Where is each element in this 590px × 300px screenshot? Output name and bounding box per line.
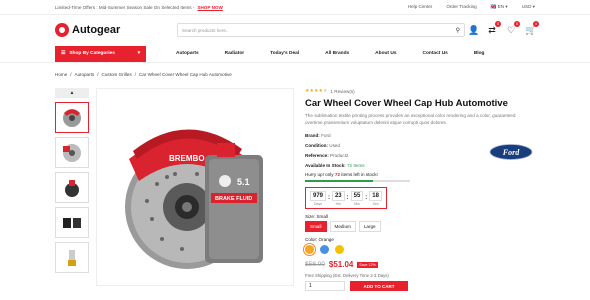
- size-options: Small Medium Large: [305, 221, 535, 232]
- color-label: Color: Orange: [305, 237, 334, 242]
- breadcrumb-autoparts[interactable]: Autoparts: [75, 72, 95, 77]
- cart-icon[interactable]: 🛒 0: [525, 20, 539, 36]
- color-orange-swatch[interactable]: [305, 245, 314, 254]
- user-icon[interactable]: 👤: [468, 25, 479, 36]
- countdown-hours: 23 Hrs: [331, 190, 345, 206]
- thumbnail-brake[interactable]: [55, 102, 89, 133]
- color-yellow-swatch[interactable]: [335, 245, 344, 254]
- stock-value: 72 Items: [346, 163, 365, 168]
- thumbnail-rotor[interactable]: [55, 137, 89, 168]
- countdown-seconds: 18 Sec: [369, 190, 382, 206]
- svg-text:BREMBO: BREMBO: [169, 154, 205, 163]
- wishlist-icon[interactable]: ♡ 0: [506, 20, 520, 36]
- product-info: ★★★★★ 1 Review(s) Car Wheel Cover Wheel …: [305, 88, 535, 291]
- search-icon[interactable]: ⚲: [456, 27, 460, 34]
- chevron-up-icon: ▲: [69, 90, 75, 96]
- quantity-stepper[interactable]: 1: [305, 281, 345, 291]
- language-selector[interactable]: 🇬🇧 EN ▾: [491, 4, 508, 10]
- current-price: $51.04: [328, 260, 354, 269]
- countdown-days: 979 Days: [309, 190, 326, 206]
- logo-text: Autogear: [72, 24, 121, 36]
- add-to-cart-button[interactable]: ADD TO CART: [350, 281, 408, 291]
- nav-item-about-us[interactable]: About Us: [375, 51, 396, 56]
- brand-value: Ford: [321, 133, 331, 138]
- thumbnail-part[interactable]: [55, 172, 89, 203]
- size-label: Size: Small: [305, 214, 328, 219]
- svg-text:BRAKE FLUID: BRAKE FLUID: [215, 196, 252, 202]
- chevron-down-icon: ▾: [137, 51, 140, 56]
- compare-icon[interactable]: ⇄ 0: [487, 20, 501, 36]
- breadcrumb-custom-grilles[interactable]: Custom Grilles: [102, 72, 132, 77]
- breadcrumb-home[interactable]: Home: [55, 72, 67, 77]
- price-row: $58.00 $51.04 Save 12%: [305, 260, 535, 269]
- header: Autogear Search products here.. ⚲ 👤 ⇄ 0 ♡…: [0, 15, 590, 45]
- nav-item-contact-us[interactable]: Contact Us: [423, 51, 448, 56]
- nav-item-blog[interactable]: Blog: [474, 51, 485, 56]
- top-bar: Limited-Time Offers : Mid-Summer Season …: [0, 0, 590, 15]
- menu-icon: ☰: [61, 51, 66, 56]
- main-product-image[interactable]: BREMBO BRAKE FLUID 5.1: [96, 88, 294, 286]
- shipping-info: Free Shipping (Est. Delivery Time 2-3 Da…: [305, 273, 389, 278]
- logo-icon: [55, 23, 69, 37]
- svg-text:5.1: 5.1: [237, 177, 250, 187]
- stock-progress-fill: [305, 180, 374, 182]
- nav-item-todays-deal[interactable]: Today's Deal: [270, 51, 299, 56]
- thumb-up-button[interactable]: ▲: [55, 88, 89, 98]
- nav-item-radiator[interactable]: Radiator: [225, 51, 244, 56]
- main-nav: ☰ Shop By Categories ▾ Autoparts Radiato…: [0, 45, 590, 63]
- stock-progress-bar: [305, 180, 410, 182]
- color-blue-swatch[interactable]: [320, 245, 329, 254]
- stock-row: Available In Stock: 72 Items: [305, 163, 365, 168]
- countdown-minutes: 55 Min: [350, 190, 364, 206]
- promo-text: Limited-Time Offers : Mid-Summer Season …: [55, 4, 195, 10]
- countdown-timer: 979 Days : 23 Hrs : 55 Min : 18 Sec: [305, 187, 387, 209]
- product-description: The sublimation textile printing process…: [305, 113, 516, 125]
- order-tracking-link[interactable]: Order Tracking: [446, 4, 476, 10]
- nav-item-autoparts[interactable]: Autoparts: [176, 51, 199, 56]
- hurry-message: Hurry up! only 72 items left in stock!: [305, 172, 378, 177]
- thumbnail-kit[interactable]: [55, 207, 89, 238]
- size-medium-button[interactable]: Medium: [329, 221, 356, 232]
- review-count[interactable]: 1 Review(s): [330, 89, 354, 94]
- ford-logo[interactable]: Ford: [488, 143, 534, 161]
- currency-selector[interactable]: USD ▾: [522, 4, 535, 10]
- svg-text:Ford: Ford: [502, 148, 520, 157]
- cart-badge: 0: [533, 20, 539, 27]
- breadcrumb: Home / Autoparts / Custom Grilles / Car Whe…: [55, 72, 232, 77]
- brand-row: Brand: Ford: [305, 133, 331, 138]
- old-price: $58.00: [305, 261, 325, 268]
- nav-item-all-brands[interactable]: All Brands: [325, 51, 349, 56]
- search-input[interactable]: Search products here.. ⚲: [177, 23, 465, 37]
- breadcrumb-current: Car Wheel Cover Wheel Cap Hub Automotive: [138, 72, 232, 77]
- help-center-link[interactable]: Help Center: [408, 4, 433, 10]
- shop-by-categories-button[interactable]: ☰ Shop By Categories ▾: [55, 45, 146, 62]
- rating: ★★★★★ 1 Review(s): [305, 88, 535, 94]
- size-small-button[interactable]: Small: [305, 221, 327, 232]
- size-large-button[interactable]: Large: [358, 221, 381, 232]
- thumbnail-bulb[interactable]: [55, 242, 89, 273]
- wishlist-badge: 0: [514, 20, 520, 27]
- star-rating-icon: ★★★★★: [305, 88, 328, 94]
- compare-badge: 0: [495, 20, 501, 27]
- condition-value: Used: [329, 143, 340, 148]
- reference-value: Product2: [330, 153, 349, 158]
- save-badge: Save 12%: [357, 261, 378, 268]
- shop-now-link[interactable]: SHOP NOW: [197, 5, 222, 10]
- thumbnail-gallery: ▲: [55, 88, 89, 273]
- product-title: Car Wheel Cover Wheel Cap Hub Automotive: [305, 98, 508, 109]
- color-options: [305, 245, 535, 254]
- logo[interactable]: Autogear: [55, 23, 177, 37]
